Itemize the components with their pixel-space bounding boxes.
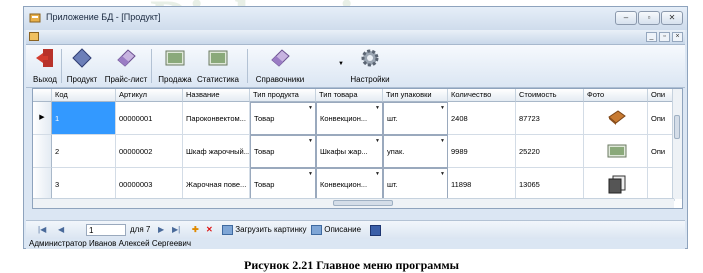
- table-cell-quantity[interactable]: 9989: [448, 135, 516, 168]
- product-type-combo[interactable]: Товар: [250, 168, 316, 201]
- column-header-article[interactable]: Артикул: [116, 89, 183, 102]
- table-cell-code[interactable]: 3: [52, 168, 116, 201]
- save-icon[interactable]: [370, 225, 381, 238]
- picture-icon: [208, 50, 228, 66]
- product-type-combo[interactable]: Товар: [250, 102, 316, 135]
- table-cell-quantity[interactable]: 2408: [448, 102, 516, 135]
- package-type-combo[interactable]: шт.: [383, 102, 448, 135]
- column-header-code[interactable]: Код: [52, 89, 116, 102]
- main-toolbar: Выход Продукт Прайс-лист Продажа Статист…: [26, 45, 685, 88]
- dropdown-arrow-icon[interactable]: ▼: [338, 61, 344, 67]
- row-header[interactable]: [33, 168, 52, 201]
- vertical-scrollbar[interactable]: [672, 89, 682, 199]
- description-button[interactable]: Описание: [311, 225, 361, 235]
- gear-icon: [361, 49, 379, 67]
- column-header-price[interactable]: Стоимость: [516, 89, 584, 102]
- image-icon: [222, 225, 233, 235]
- first-record-icon[interactable]: |◀: [38, 225, 46, 234]
- row-header[interactable]: [33, 135, 52, 168]
- column-header-goods-type[interactable]: Тип товара: [316, 89, 383, 102]
- pages-photo-icon: [608, 175, 626, 194]
- table-cell-price[interactable]: 25220: [516, 135, 584, 168]
- table-cell-photo[interactable]: [584, 168, 648, 201]
- table-cell-quantity[interactable]: 11898: [448, 168, 516, 201]
- title-bar: Приложение БД - [Продукт] – ▫ ✕: [24, 7, 687, 30]
- table-cell-photo[interactable]: [584, 102, 648, 135]
- child-close-button[interactable]: ×: [672, 32, 683, 42]
- references-dropdown-button[interactable]: Справочники: [252, 47, 308, 85]
- status-bar: Администратор Иванов Алексей Сергеевич: [26, 239, 685, 249]
- child-minimize-button[interactable]: _: [646, 32, 657, 42]
- product-button[interactable]: Продукт: [65, 47, 99, 85]
- goods-type-combo[interactable]: Конвекцион...: [316, 102, 383, 135]
- window-title: Приложение БД - [Продукт]: [46, 12, 161, 22]
- mdi-child-bar: _ ▫ ×: [26, 30, 685, 45]
- row-header-current[interactable]: ▶: [33, 102, 52, 135]
- toolbar-separator: [151, 49, 152, 83]
- column-header-photo[interactable]: Фото: [584, 89, 648, 102]
- sale-button[interactable]: Продажа: [157, 47, 193, 85]
- previous-record-icon[interactable]: ◀: [58, 225, 64, 234]
- eraser-icon: [117, 49, 136, 67]
- binding-navigator: |◀ ◀ 1 для 7 ▶ ▶| ✚ ✕ Загрузить картинку…: [26, 220, 685, 240]
- goods-type-combo[interactable]: Шкафы жар...: [316, 135, 383, 168]
- table-cell-article[interactable]: 00000002: [116, 135, 183, 168]
- pricelist-button[interactable]: Прайс-лист: [103, 47, 149, 85]
- product-type-combo[interactable]: Товар: [250, 135, 316, 168]
- vertical-scroll-thumb[interactable]: [674, 115, 680, 139]
- column-header-description[interactable]: Опи: [648, 89, 675, 102]
- figure-caption: Рисунок 2.21 Главное меню программы: [244, 258, 459, 272]
- document-icon: [311, 225, 322, 235]
- table-cell-name[interactable]: Пароконвектом...: [183, 102, 250, 135]
- toolbar-separator: [247, 49, 248, 83]
- column-header-quantity[interactable]: Количество: [448, 89, 516, 102]
- add-record-icon[interactable]: ✚: [192, 225, 199, 234]
- table-cell-description[interactable]: Опи: [648, 135, 675, 168]
- toolbar-separator: [61, 49, 62, 83]
- table-cell-price[interactable]: 13065: [516, 168, 584, 201]
- settings-button[interactable]: Настройки: [346, 47, 394, 85]
- table-cell-photo[interactable]: [584, 135, 648, 168]
- product-diamond-icon: [72, 48, 92, 68]
- last-record-icon[interactable]: ▶|: [172, 225, 180, 234]
- products-grid[interactable]: Код Артикул Название Тип продукта Тип то…: [32, 88, 683, 209]
- table-cell-article[interactable]: 00000001: [116, 102, 183, 135]
- load-image-button[interactable]: Загрузить картинку: [222, 225, 307, 235]
- picture-photo-icon: [607, 144, 627, 158]
- column-header-product-type[interactable]: Тип продукта: [250, 89, 316, 102]
- table-cell-name[interactable]: Жарочная пове...: [183, 168, 250, 201]
- minimize-button[interactable]: –: [615, 11, 637, 25]
- table-cell-code[interactable]: 2: [52, 135, 116, 168]
- child-window-icon: [29, 32, 39, 41]
- grid-corner-header: [33, 89, 52, 102]
- goods-type-combo[interactable]: Конвекцион...: [316, 168, 383, 201]
- close-button[interactable]: ✕: [661, 11, 683, 25]
- column-header-name[interactable]: Название: [183, 89, 250, 102]
- child-restore-button[interactable]: ▫: [659, 32, 670, 42]
- delete-record-icon[interactable]: ✕: [206, 225, 213, 234]
- table-cell-name[interactable]: Шкаф жарочный...: [183, 135, 250, 168]
- column-header-package-type[interactable]: Тип упаковки: [383, 89, 448, 102]
- table-cell-price[interactable]: 87723: [516, 102, 584, 135]
- statistics-button[interactable]: Статистика: [195, 47, 241, 85]
- horizontal-scroll-thumb[interactable]: [333, 200, 393, 206]
- app-icon: [29, 13, 41, 23]
- table-cell-description[interactable]: [648, 168, 675, 201]
- package-type-combo[interactable]: упак.: [383, 135, 448, 168]
- package-type-combo[interactable]: шт.: [383, 168, 448, 201]
- record-position-input[interactable]: 1: [86, 224, 126, 236]
- app-window: Приложение БД - [Продукт] – ▫ ✕ _ ▫ × Вы…: [23, 6, 688, 249]
- exit-door-icon: [36, 49, 53, 67]
- book-photo-icon: [608, 110, 626, 125]
- table-cell-code[interactable]: 1: [52, 102, 116, 135]
- horizontal-scrollbar[interactable]: [33, 198, 674, 208]
- exit-button[interactable]: Выход: [31, 47, 59, 85]
- maximize-button[interactable]: ▫: [638, 11, 660, 25]
- table-cell-description[interactable]: Опи: [648, 102, 675, 135]
- table-cell-article[interactable]: 00000003: [116, 168, 183, 201]
- record-count-label: для 7: [130, 225, 151, 234]
- eraser-icon: [271, 49, 290, 67]
- next-record-icon[interactable]: ▶: [158, 225, 164, 234]
- picture-icon: [165, 50, 185, 66]
